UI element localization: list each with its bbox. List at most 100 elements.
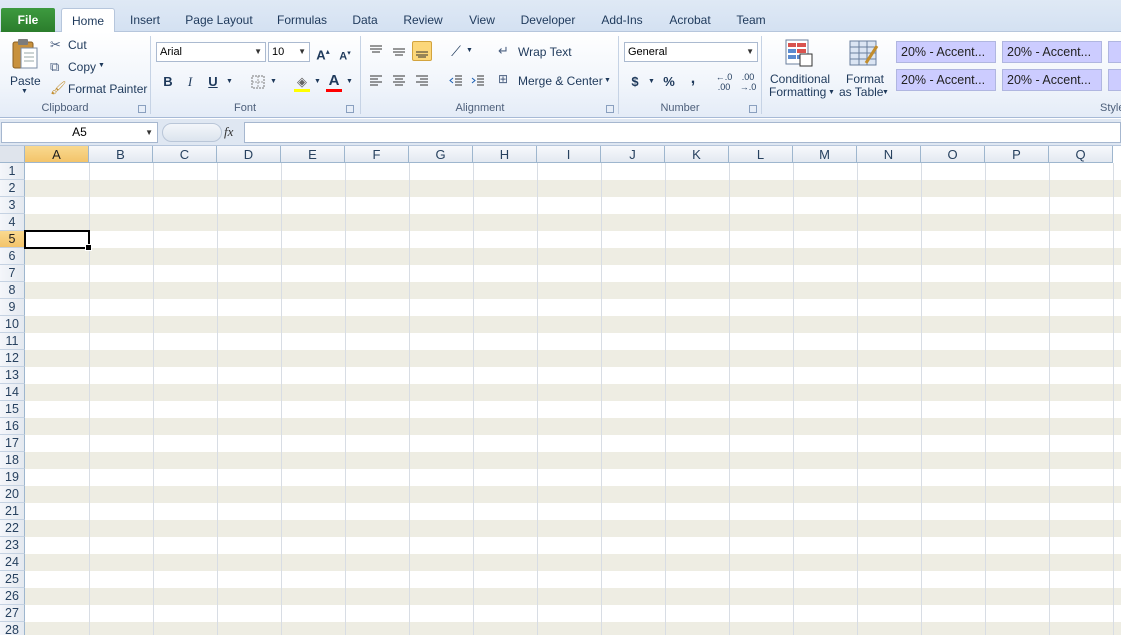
conditional-formatting-button[interactable]: Conditional Formatting ▼ <box>766 36 836 100</box>
file-tab[interactable]: File <box>1 8 55 32</box>
insert-function-icon[interactable]: fx <box>224 124 233 140</box>
sheet-row[interactable] <box>25 384 1121 401</box>
sheet-row[interactable] <box>25 163 1121 180</box>
tab-developer[interactable]: Developer <box>514 8 582 32</box>
row-header-1[interactable]: 1 <box>0 163 25 180</box>
sheet-row[interactable] <box>25 605 1121 622</box>
column-header-b[interactable]: B <box>89 146 153 163</box>
sheet-row[interactable] <box>25 554 1121 571</box>
cut-button[interactable]: ✂ Cut <box>50 37 100 55</box>
tab-page-layout[interactable]: Page Layout <box>180 8 258 32</box>
chevron-down-icon[interactable]: ▼ <box>270 78 277 85</box>
sheet-row[interactable] <box>25 299 1121 316</box>
chevron-down-icon[interactable]: ▼ <box>346 78 353 85</box>
name-box[interactable]: A5 ▼ <box>1 122 158 143</box>
cell-style-partial[interactable] <box>1108 41 1121 63</box>
align-bottom-icon[interactable] <box>412 41 432 61</box>
paste-button[interactable]: Paste ▼ <box>6 36 44 98</box>
tab-home[interactable]: Home <box>61 8 115 33</box>
row-header-27[interactable]: 27 <box>0 605 25 622</box>
row-header-8[interactable]: 8 <box>0 282 25 299</box>
orientation-icon[interactable]: ⟋ <box>446 41 466 61</box>
column-header-m[interactable]: M <box>793 146 857 163</box>
sheet-row[interactable] <box>25 588 1121 605</box>
sheet-row[interactable] <box>25 231 1121 248</box>
increase-indent-icon[interactable] <box>468 71 488 91</box>
column-header-f[interactable]: F <box>345 146 409 163</box>
font-dialog-launcher[interactable] <box>346 105 354 113</box>
column-header-n[interactable]: N <box>857 146 921 163</box>
tab-add-ins[interactable]: Add-Ins <box>594 8 650 32</box>
column-header-g[interactable]: G <box>409 146 473 163</box>
font-color-icon[interactable]: A <box>324 71 344 91</box>
fill-color-icon[interactable]: ◈ <box>292 72 312 92</box>
tab-acrobat[interactable]: Acrobat <box>662 8 718 32</box>
row-header-13[interactable]: 13 <box>0 367 25 384</box>
row-header-14[interactable]: 14 <box>0 384 25 401</box>
column-header-p[interactable]: P <box>985 146 1049 163</box>
row-header-7[interactable]: 7 <box>0 265 25 282</box>
sheet-row[interactable] <box>25 248 1121 265</box>
column-header-k[interactable]: K <box>665 146 729 163</box>
row-header-21[interactable]: 21 <box>0 503 25 520</box>
sheet-row[interactable] <box>25 197 1121 214</box>
borders-icon[interactable] <box>248 72 268 92</box>
column-header-i[interactable]: I <box>537 146 601 163</box>
row-header-2[interactable]: 2 <box>0 180 25 197</box>
row-header-23[interactable]: 23 <box>0 537 25 554</box>
increase-decimal-icon[interactable]: ←.0.00 <box>713 72 735 92</box>
cell-style-20-accent[interactable]: 20% - Accent... <box>1002 69 1102 91</box>
row-header-3[interactable]: 3 <box>0 197 25 214</box>
align-center-icon[interactable] <box>389 71 409 91</box>
column-header-d[interactable]: D <box>217 146 281 163</box>
sheet-row[interactable] <box>25 469 1121 486</box>
sheet-row[interactable] <box>25 452 1121 469</box>
chevron-down-icon[interactable]: ▼ <box>648 78 655 85</box>
sheet-row[interactable] <box>25 486 1121 503</box>
decrease-indent-icon[interactable] <box>446 71 466 91</box>
row-header-6[interactable]: 6 <box>0 248 25 265</box>
row-header-10[interactable]: 10 <box>0 316 25 333</box>
tab-team[interactable]: Team <box>730 8 772 32</box>
font-size-select[interactable]: 10 ▼ <box>268 42 310 62</box>
tab-insert[interactable]: Insert <box>121 8 169 32</box>
sheet-row[interactable] <box>25 537 1121 554</box>
row-header-24[interactable]: 24 <box>0 554 25 571</box>
row-header-19[interactable]: 19 <box>0 469 25 486</box>
copy-button[interactable]: ⧉ Copy ▼ <box>50 59 110 77</box>
sheet-row[interactable] <box>25 282 1121 299</box>
format-as-table-button[interactable]: Format as Table ▼ <box>836 36 892 100</box>
row-header-26[interactable]: 26 <box>0 588 25 605</box>
chevron-down-icon[interactable]: ▼ <box>466 47 473 54</box>
column-header-l[interactable]: L <box>729 146 793 163</box>
row-header-20[interactable]: 20 <box>0 486 25 503</box>
cell-style-20-accent[interactable]: 20% - Accent... <box>1002 41 1102 63</box>
sheet-row[interactable] <box>25 401 1121 418</box>
currency-button[interactable]: $ <box>625 72 645 92</box>
row-header-18[interactable]: 18 <box>0 452 25 469</box>
align-middle-icon[interactable] <box>389 41 409 61</box>
row-header-25[interactable]: 25 <box>0 571 25 588</box>
sheet-row[interactable] <box>25 350 1121 367</box>
comma-style-button[interactable]: , <box>683 69 703 89</box>
align-left-icon[interactable] <box>366 71 386 91</box>
align-top-icon[interactable] <box>366 41 386 61</box>
cell-style-20-accent[interactable]: 20% - Accent... <box>896 69 996 91</box>
sheet-row[interactable] <box>25 622 1121 635</box>
row-header-16[interactable]: 16 <box>0 418 25 435</box>
cell-style-partial[interactable] <box>1108 69 1121 91</box>
chevron-down-icon[interactable]: ▼ <box>226 78 233 85</box>
column-header-h[interactable]: H <box>473 146 537 163</box>
increase-font-size-icon[interactable]: A▴ <box>313 42 333 62</box>
row-header-28[interactable]: 28 <box>0 622 25 635</box>
percent-button[interactable]: % <box>659 72 679 92</box>
row-header-4[interactable]: 4 <box>0 214 25 231</box>
font-name-select[interactable]: Arial ▼ <box>156 42 266 62</box>
formula-bar-resize-handle[interactable] <box>162 123 222 142</box>
clipboard-dialog-launcher[interactable] <box>138 105 146 113</box>
sheet-row[interactable] <box>25 265 1121 282</box>
bold-button[interactable]: B <box>158 72 178 92</box>
number-dialog-launcher[interactable] <box>749 105 757 113</box>
decrease-font-size-icon[interactable]: A▾ <box>335 44 355 64</box>
column-header-a[interactable]: A <box>25 146 89 163</box>
